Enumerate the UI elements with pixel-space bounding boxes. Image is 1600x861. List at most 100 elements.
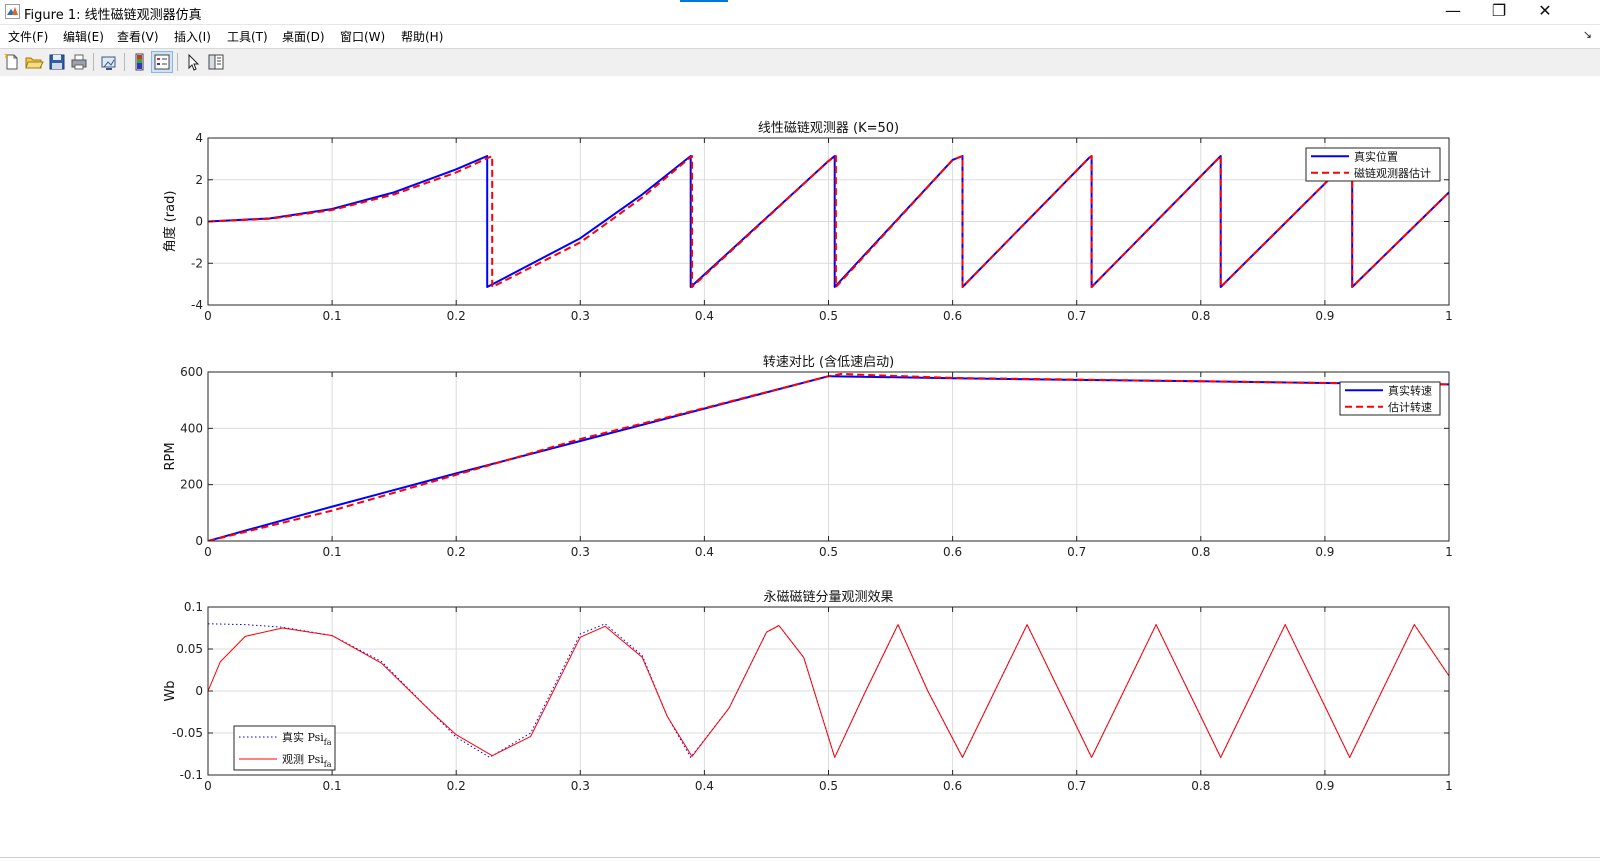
- restore-icon: ❐: [1491, 1, 1507, 20]
- menu-window[interactable]: 窗口(W): [340, 28, 385, 45]
- x-tick-label: 0.1: [323, 545, 342, 559]
- legend-label-1: 估计转速: [1388, 400, 1432, 414]
- y-tick-label: 0: [195, 684, 203, 698]
- legend: 真实 Psifa观测 Psifa: [233, 725, 336, 771]
- axes-title: 线性磁链观测器 (K=50): [758, 121, 899, 136]
- y-tick-label: 0.1: [184, 600, 203, 614]
- x-tick-label: 0: [204, 309, 212, 323]
- x-tick-label: 0.3: [571, 309, 590, 323]
- axes-title: 永磁磁链分量观测效果: [763, 590, 893, 605]
- y-axis-label: RPM: [163, 442, 178, 470]
- menu-bar: 文件(F) 编辑(E) 查看(V) 插入(I) 工具(T) 桌面(D) 窗口(W…: [0, 25, 1600, 47]
- minimize-button[interactable]: —: [1430, 0, 1476, 24]
- y-tick-label: 400: [180, 421, 203, 435]
- property-inspector-button[interactable]: [206, 52, 226, 72]
- x-tick-label: 1: [1445, 779, 1453, 793]
- x-tick-label: 1: [1445, 309, 1453, 323]
- x-tick-label: 0.7: [1067, 545, 1086, 559]
- menu-desktop[interactable]: 桌面(D): [282, 28, 325, 45]
- menu-edit[interactable]: 编辑(E): [63, 28, 104, 45]
- new-figure-button[interactable]: [2, 52, 22, 72]
- x-tick-label: 0.4: [695, 545, 714, 559]
- window-title: Figure 1: 线性磁链观测器仿真: [24, 8, 202, 23]
- y-tick-label: -4: [191, 298, 203, 312]
- x-tick-label: 0.8: [1191, 545, 1210, 559]
- x-tick-label: 0.8: [1191, 779, 1210, 793]
- pointer-button[interactable]: [183, 52, 203, 72]
- legend: 真实转速估计转速: [1339, 381, 1441, 416]
- x-tick-label: 0.2: [447, 545, 466, 559]
- legend: 真实位置磁链观测器估计: [1305, 147, 1441, 182]
- legend-label-0: 真实位置: [1354, 149, 1398, 163]
- figure-canvas: 0 0.1 0.2 0.3 0.4 0.5 0.6 0.7 0.8 0.9 1 -4 -2 0 2 4 线性磁链…: [0, 76, 1600, 861]
- axes-rotor-angle[interactable]: 0 0.1 0.2 0.3 0.4 0.5 0.6 0.7 0.8 0.9 1 -4 -2 0 2 4 线性磁链…: [162, 121, 1453, 323]
- x-tick-label: 0.4: [695, 779, 714, 793]
- pointer-arrow-icon: [188, 53, 200, 71]
- toolbar-separator: [93, 53, 94, 71]
- x-tick-label: 0.8: [1191, 309, 1210, 323]
- x-tick-label: 0.9: [1315, 779, 1334, 793]
- x-tick-label: 0.6: [943, 779, 962, 793]
- title-accent-bar: [680, 0, 728, 2]
- x-tick-label: 1: [1445, 545, 1453, 559]
- close-icon: ✕: [1538, 1, 1552, 20]
- toolbar-separator: [177, 53, 178, 71]
- new-figure-icon: [4, 53, 18, 70]
- x-tick-label: 0.5: [819, 545, 838, 559]
- x-tick-label: 0.5: [819, 309, 838, 323]
- menu-help[interactable]: 帮助(H): [401, 28, 443, 45]
- y-tick-label: -2: [191, 256, 203, 270]
- y-tick-label: -0.05: [172, 726, 203, 740]
- y-tick-label: -0.1: [180, 768, 203, 782]
- menu-insert[interactable]: 插入(I): [174, 28, 211, 45]
- x-tick-label: 0.6: [943, 309, 962, 323]
- legend-label-0: 真实转速: [1388, 383, 1432, 397]
- minimize-icon: —: [1445, 1, 1461, 20]
- print-button[interactable]: [69, 52, 89, 72]
- matlab-app-icon: [5, 4, 20, 19]
- link-figure-button[interactable]: [99, 52, 119, 72]
- open-folder-icon: [25, 57, 44, 69]
- axes-title: 转速对比 (含低速启动): [763, 354, 894, 370]
- legend-button[interactable]: [151, 51, 173, 73]
- y-tick-label: 200: [180, 478, 203, 492]
- x-tick-label: 0.7: [1067, 779, 1086, 793]
- y-axis-label: Wb: [163, 680, 178, 701]
- save-button[interactable]: [47, 52, 67, 72]
- y-tick-label: 0.05: [176, 642, 203, 656]
- figure-toolbar: [0, 48, 1600, 77]
- axes-speed[interactable]: 0 0.1 0.2 0.3 0.4 0.5 0.6 0.7 0.8 0.9 1 0 200 400 600 转…: [163, 354, 1453, 559]
- restore-button[interactable]: ❐: [1476, 0, 1522, 24]
- x-tick-label: 0.7: [1067, 309, 1086, 323]
- x-tick-label: 0.4: [695, 309, 714, 323]
- link-figure-icon: [101, 56, 116, 70]
- legend-label-1: 磁链观测器估计: [1354, 166, 1431, 180]
- x-tick-label: 0.2: [447, 309, 466, 323]
- menu-file[interactable]: 文件(F): [8, 28, 48, 45]
- close-button[interactable]: ✕: [1522, 0, 1568, 24]
- save-disk-icon: [49, 54, 65, 70]
- x-tick-label: 0.1: [323, 309, 342, 323]
- x-tick-label: 0.9: [1315, 309, 1334, 323]
- menu-view[interactable]: 查看(V): [117, 28, 159, 45]
- x-tick-label: 0.9: [1315, 545, 1334, 559]
- dock-arrow-icon[interactable]: ↘: [1583, 28, 1592, 41]
- colorbar-button[interactable]: [130, 52, 150, 72]
- y-tick-label: 0: [195, 534, 203, 548]
- x-tick-label: 0: [204, 545, 212, 559]
- x-tick-label: 0.5: [819, 779, 838, 793]
- property-inspector-icon: [208, 54, 224, 70]
- x-tick-label: 0.6: [943, 545, 962, 559]
- x-tick-label: 0.2: [447, 779, 466, 793]
- x-tick-label: 0.1: [323, 779, 342, 793]
- x-tick-label: 0: [204, 779, 212, 793]
- menu-tools[interactable]: 工具(T): [227, 28, 268, 45]
- y-tick-label: 2: [195, 173, 203, 187]
- legend-icon: [154, 54, 170, 70]
- open-button[interactable]: [24, 52, 44, 72]
- y-tick-label: 4: [195, 131, 203, 145]
- y-tick-label: 600: [180, 365, 203, 379]
- x-tick-label: 0.3: [571, 779, 590, 793]
- axes-flux[interactable]: 0 0.1 0.2 0.3 0.4 0.5 0.6 0.7 0.8 0.9 1 -0.1 -0.05 0 0…: [163, 590, 1453, 793]
- toolbar-separator: [124, 53, 125, 71]
